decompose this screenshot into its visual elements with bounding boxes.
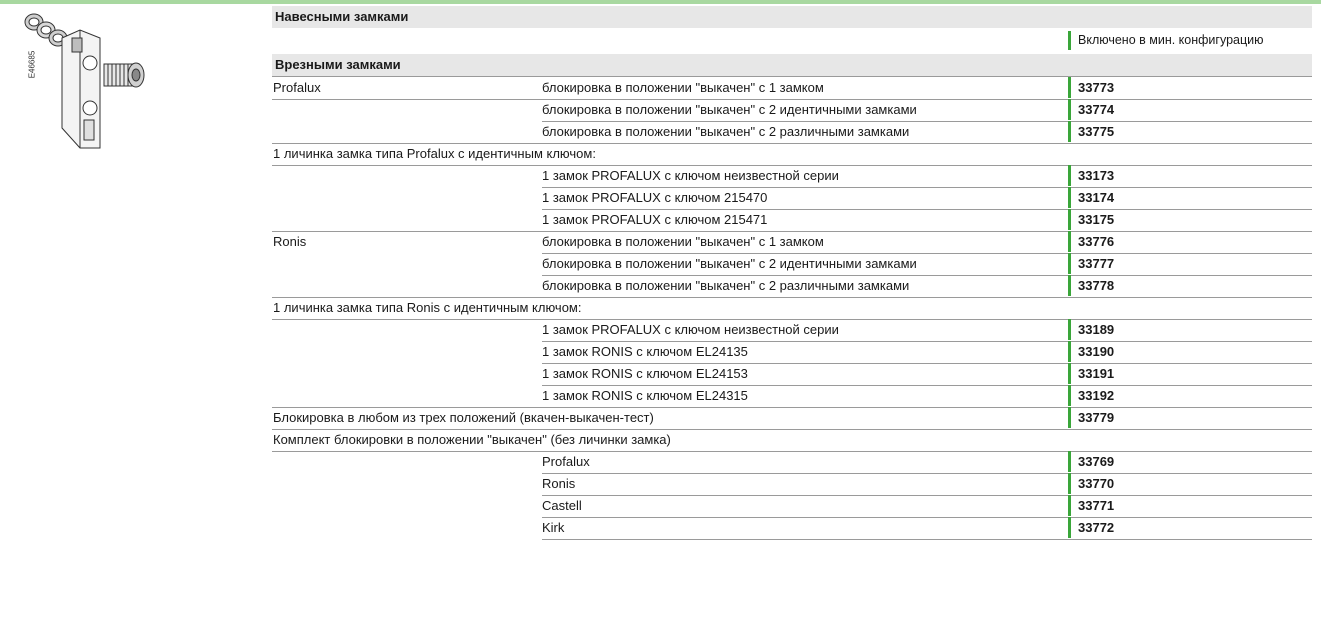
row-label: Комплект блокировки в положении "выкачен… <box>273 432 671 447</box>
catalog-number: 33192 <box>1068 385 1114 406</box>
lock-illustration: E46685 <box>22 8 172 153</box>
row-label: 1 личинка замка типа Profalux с идентичн… <box>273 146 596 161</box>
row-description: 1 замок PROFALUX с ключом неизвестной се… <box>542 168 839 183</box>
table-row: 1 личинка замка типа Ronis с идентичным … <box>272 297 1312 320</box>
row-label: 1 личинка замка типа Ronis с идентичным … <box>273 300 582 315</box>
section-title: Врезными замками <box>275 57 401 72</box>
figure-code: E46685 <box>27 50 37 79</box>
table-row: Ronis 33770 <box>272 473 1312 496</box>
row-description: блокировка в положении "выкачен" с 1 зам… <box>542 80 824 95</box>
row-label: Ronis <box>273 234 307 249</box>
table-row: 1 замок PROFALUX с ключом 215470 33174 <box>272 187 1312 210</box>
table-row: блокировка в положении "выкачен" с 2 раз… <box>272 275 1312 298</box>
table-row: 1 личинка замка типа Profalux с идентичн… <box>272 143 1312 166</box>
row-description: Castell <box>542 498 582 513</box>
table-row: Profalux блокировка в положении "выкачен"… <box>272 77 1312 100</box>
catalog-number <box>1068 429 1075 450</box>
catalog-number <box>1068 297 1075 318</box>
catalog-number: 33779 <box>1068 407 1114 428</box>
catalog-number: 33775 <box>1068 121 1114 142</box>
catalog-number: 33175 <box>1068 209 1114 230</box>
table-row: блокировка в положении "выкачен" с 2 иде… <box>272 253 1312 276</box>
table-row: Profalux 33769 <box>272 451 1312 474</box>
table-row: блокировка в положении "выкачен" с 2 раз… <box>272 121 1312 144</box>
table-row: Castell 33771 <box>272 495 1312 518</box>
included-note: Включено в мин. конфигурацию <box>1068 31 1264 50</box>
table-row: 1 замок PROFALUX с ключом неизвестной се… <box>272 165 1312 188</box>
lock-drawing-icon <box>24 13 145 149</box>
row-description: 1 замок RONIS с ключом EL24315 <box>542 388 748 403</box>
row-description: блокировка в положении "выкачен" с 2 раз… <box>542 278 910 293</box>
catalog-number: 33776 <box>1068 231 1114 252</box>
section-header-keylocks: Врезными замками <box>272 54 1312 77</box>
table-row: Комплект блокировки в положении "выкачен… <box>272 429 1312 452</box>
table-row: Ronis блокировка в положении "выкачен" с … <box>272 231 1312 254</box>
row-label: Profalux <box>273 80 321 95</box>
row-divider <box>542 539 1312 540</box>
catalog-number: 33191 <box>1068 363 1114 384</box>
ordering-table: Навесными замками Включено в мин. конфиг… <box>272 6 1312 540</box>
catalog-number: 33174 <box>1068 187 1114 208</box>
catalog-number: 33770 <box>1068 473 1114 494</box>
catalog-number: 33777 <box>1068 253 1114 274</box>
top-accent-bar <box>0 0 1321 4</box>
row-description: 1 замок RONIS с ключом EL24153 <box>542 366 748 381</box>
section-header-padlocks: Навесными замками <box>272 6 1312 28</box>
table-row: 1 замок RONIS с ключом EL24153 33191 <box>272 363 1312 386</box>
table-row: Блокировка в любом из трех положений (вк… <box>272 407 1312 430</box>
row-description: Ronis <box>542 476 576 491</box>
section-title: Навесными замками <box>275 9 409 24</box>
row-description: блокировка в положении "выкачен" с 2 иде… <box>542 256 917 271</box>
catalog-number: 33778 <box>1068 275 1114 296</box>
included-row: Включено в мин. конфигурацию <box>272 28 1312 54</box>
catalog-number: 33173 <box>1068 165 1114 186</box>
row-description: 1 замок PROFALUX с ключом 215470 <box>542 190 768 205</box>
catalog-number: 33189 <box>1068 319 1114 340</box>
catalog-number: 33772 <box>1068 517 1114 538</box>
catalog-number: 33190 <box>1068 341 1114 362</box>
catalog-number: 33771 <box>1068 495 1114 516</box>
row-description: блокировка в положении "выкачен" с 1 зам… <box>542 234 824 249</box>
row-description: 1 замок PROFALUX с ключом 215471 <box>542 212 768 227</box>
row-description: Profalux <box>542 454 590 469</box>
row-description: блокировка в положении "выкачен" с 2 иде… <box>542 102 917 117</box>
table-row: 1 замок PROFALUX с ключом неизвестной се… <box>272 319 1312 342</box>
catalog-number: 33773 <box>1068 77 1114 98</box>
table-row: 1 замок RONIS с ключом EL24135 33190 <box>272 341 1312 364</box>
table-row: блокировка в положении "выкачен" с 2 иде… <box>272 99 1312 122</box>
row-label: Блокировка в любом из трех положений (вк… <box>273 410 654 425</box>
row-description: 1 замок RONIS с ключом EL24135 <box>542 344 748 359</box>
catalog-number <box>1068 143 1075 164</box>
row-description: 1 замок PROFALUX с ключом неизвестной се… <box>542 322 839 337</box>
table-row: Kirk 33772 <box>272 517 1312 540</box>
table-row: 1 замок PROFALUX с ключом 215471 33175 <box>272 209 1312 232</box>
catalog-number: 33769 <box>1068 451 1114 472</box>
catalog-number: 33774 <box>1068 99 1114 120</box>
row-description: блокировка в положении "выкачен" с 2 раз… <box>542 124 910 139</box>
table-row: 1 замок RONIS с ключом EL24315 33192 <box>272 385 1312 408</box>
row-description: Kirk <box>542 520 565 535</box>
